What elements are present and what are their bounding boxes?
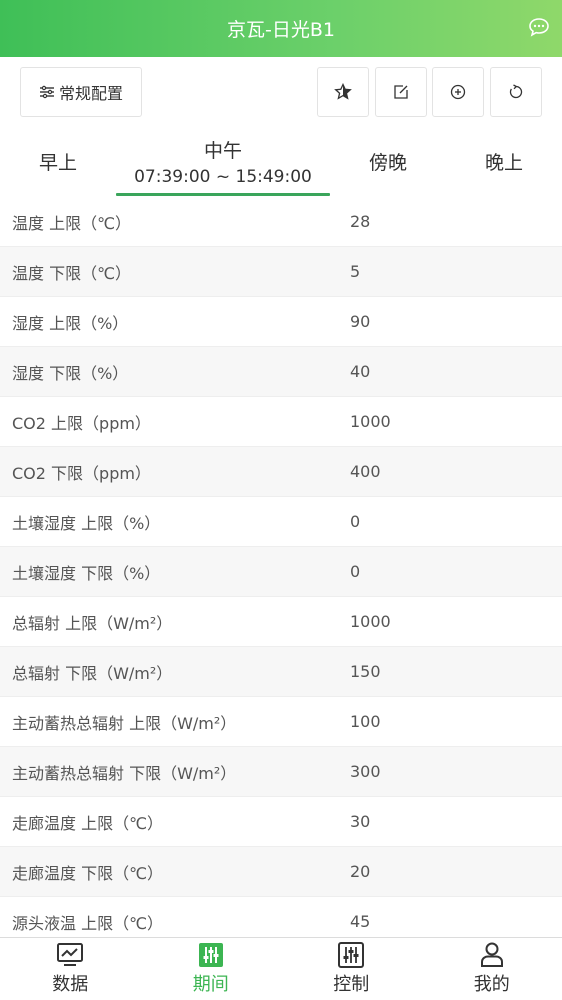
row-value: 45	[350, 912, 371, 931]
tab-morning-label: 早上	[38, 152, 77, 174]
tab-noon[interactable]: 中午 07:39:00 ~ 15:49:00	[116, 125, 330, 198]
tab-evening[interactable]: 傍晚	[330, 125, 446, 198]
row-label: 土壤湿度 上限（%）	[12, 513, 161, 533]
list-item[interactable]: 温度 上限（℃） 28	[0, 197, 562, 247]
row-label: 温度 下限（℃）	[12, 263, 132, 283]
row-value: 150	[350, 662, 381, 681]
tab-data[interactable]: 数据	[0, 938, 141, 1000]
star-icon	[334, 83, 352, 100]
list-item[interactable]: CO2 上限（ppm） 1000	[0, 397, 562, 447]
add-button[interactable]	[432, 67, 484, 117]
row-label: 温度 上限（℃）	[12, 213, 132, 233]
tab-control[interactable]: 控制	[281, 938, 422, 1000]
bottom-tab-bar: 数据 期间 控制 我的	[0, 937, 562, 1000]
row-value: 300	[350, 762, 381, 781]
period-tabs: 早上 中午 07:39:00 ~ 15:49:00 傍晚 晚上	[0, 125, 562, 198]
row-label: 走廊温度 下限（℃）	[12, 863, 164, 883]
list-item[interactable]: 土壤湿度 上限（%） 0	[0, 497, 562, 547]
general-config-button[interactable]: 常规配置	[20, 67, 142, 117]
row-value: 1000	[350, 412, 391, 431]
row-value: 40	[350, 362, 371, 381]
row-label: 湿度 下限（%）	[12, 363, 129, 383]
row-value: 100	[350, 712, 381, 731]
general-config-label: 常规配置	[58, 84, 123, 103]
refresh-icon	[509, 84, 523, 99]
edit-button[interactable]	[375, 67, 427, 117]
list-item[interactable]: 主动蓄热总辐射 上限（W/m²） 100	[0, 697, 562, 747]
tab-mine-label: 我的	[473, 974, 510, 995]
tab-night[interactable]: 晚上	[446, 125, 562, 198]
refresh-button[interactable]	[490, 67, 542, 117]
equalizer-icon	[198, 943, 223, 967]
add-circle-icon	[450, 84, 466, 100]
row-label: 走廊温度 上限（℃）	[12, 813, 164, 833]
list-item[interactable]: 主动蓄热总辐射 下限（W/m²） 300	[0, 747, 562, 797]
list-item[interactable]: 总辐射 下限（W/m²） 150	[0, 647, 562, 697]
row-value: 1000	[350, 612, 391, 631]
page-title: 京瓦-日光B1	[227, 19, 335, 41]
list-item[interactable]: 土壤湿度 下限（%） 0	[0, 547, 562, 597]
row-value: 30	[350, 812, 371, 831]
tab-noon-label: 中午	[203, 140, 242, 162]
tab-control-label: 控制	[333, 974, 370, 995]
tab-evening-label: 傍晚	[368, 152, 407, 174]
threshold-list: 温度 上限（℃） 28 温度 下限（℃） 5 湿度 上限（%） 90 湿度 下限（%）…	[0, 197, 562, 937]
tab-period-label: 期间	[192, 974, 229, 995]
row-value: 0	[350, 512, 361, 531]
tab-morning[interactable]: 早上	[0, 125, 116, 198]
monitor-chart-icon	[57, 943, 84, 966]
row-label: 总辐射 上限（W/m²）	[12, 613, 173, 633]
row-label: CO2 下限（ppm）	[12, 463, 151, 483]
row-value: 0	[350, 562, 361, 581]
row-value: 400	[350, 462, 381, 481]
row-value: 5	[350, 262, 361, 281]
row-label: 主动蓄热总辐射 下限（W/m²）	[12, 763, 237, 783]
tab-data-label: 数据	[52, 974, 89, 995]
list-item[interactable]: CO2 下限（ppm） 400	[0, 447, 562, 497]
row-label: 源头液温 上限（℃）	[12, 913, 164, 933]
row-label: 主动蓄热总辐射 上限（W/m²）	[12, 713, 237, 733]
row-value: 90	[350, 312, 371, 331]
list-item[interactable]: 总辐射 上限（W/m²） 1000	[0, 597, 562, 647]
list-item[interactable]: 温度 下限（℃） 5	[0, 247, 562, 297]
sliders-icon	[39, 85, 54, 99]
row-label: CO2 上限（ppm）	[12, 413, 151, 433]
row-value: 28	[350, 212, 371, 231]
row-label: 湿度 上限（%）	[12, 313, 129, 333]
tab-mine[interactable]: 我的	[422, 938, 562, 1000]
favorite-button[interactable]	[317, 67, 369, 117]
list-item[interactable]: 走廊温度 上限（℃） 30	[0, 797, 562, 847]
list-item[interactable]: 走廊温度 下限（℃） 20	[0, 847, 562, 897]
list-item[interactable]: 湿度 上限（%） 90	[0, 297, 562, 347]
tab-noon-time-range: 07:39:00 ~ 15:49:00	[134, 167, 312, 187]
row-value: 20	[350, 862, 371, 881]
tab-night-label: 晚上	[484, 152, 523, 174]
toolbar: 常规配置	[0, 57, 562, 125]
chat-bubble-icon[interactable]	[528, 17, 550, 37]
list-item[interactable]: 源头液温 上限（℃） 45	[0, 897, 562, 937]
tab-period[interactable]: 期间	[141, 938, 282, 1000]
edit-icon	[394, 85, 408, 99]
app-header: 京瓦-日光B1	[0, 0, 562, 57]
list-item[interactable]: 湿度 下限（%） 40	[0, 347, 562, 397]
user-icon	[480, 942, 503, 967]
row-label: 总辐射 下限（W/m²）	[12, 663, 173, 683]
row-label: 土壤湿度 下限（%）	[12, 563, 161, 583]
control-panel-icon	[338, 942, 365, 968]
